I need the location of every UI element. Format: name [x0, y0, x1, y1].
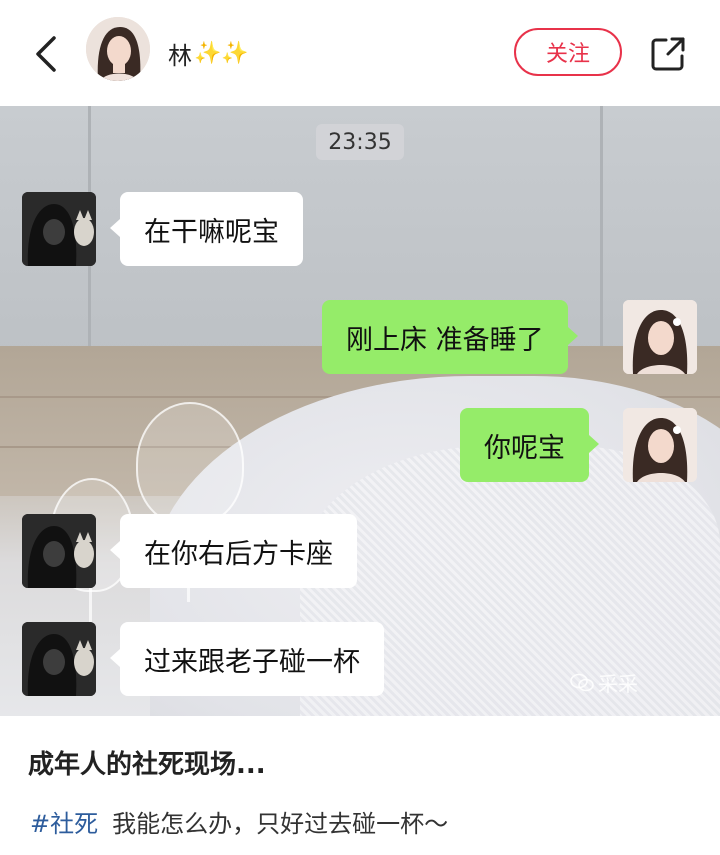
author-name[interactable]: 林 ✨✨: [168, 36, 249, 71]
wall-divider: [600, 106, 603, 376]
self-avatar: [623, 300, 697, 374]
sender-avatar: [22, 514, 96, 588]
sender-avatar: [22, 622, 96, 696]
wechat-icon: [570, 673, 594, 691]
message-bubble[interactable]: 你呢宝: [460, 408, 599, 482]
message-bubble[interactable]: 在干嘛呢宝: [110, 192, 303, 266]
message-bubble[interactable]: 过来跟老子碰一杯: [110, 622, 384, 696]
back-arrow-icon[interactable]: [28, 34, 64, 74]
description-text: 我能怎么办，只好过去碰一杯～: [112, 810, 449, 838]
post-description: #社死 我能怎么办，只好过去碰一杯～: [30, 804, 448, 839]
chat-timestamp: 23:35: [316, 124, 404, 160]
hashtag-link[interactable]: #社死: [30, 810, 98, 838]
sender-avatar: [22, 192, 96, 266]
watermark: 采采: [570, 668, 638, 697]
author-avatar[interactable]: [86, 17, 150, 81]
header-bar: 林 ✨✨ 关注: [0, 0, 720, 106]
message-bubble[interactable]: 在你右后方卡座: [110, 514, 357, 588]
watermark-text: 采采: [598, 672, 638, 696]
post-title: 成年人的社死现场...: [28, 750, 266, 780]
username-text: 林: [168, 42, 192, 70]
share-icon[interactable]: [648, 34, 688, 74]
sparkle-emoji: ✨✨: [194, 41, 249, 66]
follow-button[interactable]: 关注: [514, 28, 622, 76]
self-avatar: [623, 408, 697, 482]
message-bubble[interactable]: 刚上床 准备睡了: [322, 300, 578, 374]
wine-glass: [136, 402, 244, 526]
